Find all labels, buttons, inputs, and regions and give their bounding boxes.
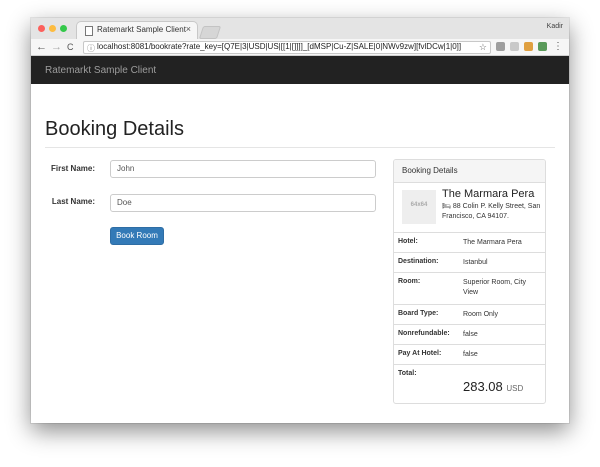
vue-extension-icon[interactable] [538, 42, 547, 51]
info-icon[interactable]: ⓘ [87, 43, 95, 54]
browser-toolbar: ← → C ⓘ localhost:8081/bookrate?rate_key… [31, 39, 569, 56]
bookmark-star-icon[interactable]: ☆ [479, 42, 487, 53]
maximize-window-icon[interactable] [60, 25, 67, 32]
forward-icon[interactable]: → [51, 40, 62, 54]
profile-name[interactable]: Kadir [547, 23, 563, 30]
first-name-input[interactable]: John [110, 160, 376, 178]
detail-value: false [463, 331, 478, 338]
shield-extension-icon[interactable] [524, 42, 533, 51]
address-bar[interactable]: ⓘ localhost:8081/bookrate?rate_key=[Q7E|… [83, 41, 491, 54]
app-navbar: Ratemarkt Sample Client [31, 56, 569, 84]
close-tab-icon[interactable]: × [186, 24, 191, 34]
detail-label: Room: [398, 278, 421, 285]
detail-value: Room Only [463, 311, 499, 318]
browser-window: Ratemarkt Sample Client × Kadir ← → C ⓘ … [31, 18, 569, 423]
title-divider [45, 147, 555, 148]
reload-icon[interactable]: C [67, 40, 74, 54]
detail-label: Pay At Hotel: [398, 350, 442, 357]
navbar-brand[interactable]: Ratemarkt Sample Client [45, 65, 156, 76]
detail-value: false [463, 351, 478, 358]
book-room-button[interactable]: Book Room [110, 227, 164, 245]
hotel-name: The Marmara Pera [442, 188, 535, 200]
detail-label: Hotel: [398, 238, 418, 245]
panel-heading: Booking Details [394, 160, 545, 183]
hotel-address-block: 🛏 88 Colin P. Kelly Street, San Francisc… [442, 202, 542, 222]
total-amount: 283.08 [463, 379, 503, 394]
last-name-label: Last Name: [51, 197, 95, 206]
new-tab-button[interactable] [198, 26, 222, 39]
detail-value: The Marmara Pera [463, 239, 522, 246]
detail-row-total: Total: 283.08 USD [394, 364, 545, 403]
hotel-thumbnail: 64x64 [402, 190, 436, 224]
minimize-window-icon[interactable] [49, 25, 56, 32]
page-content: Booking Details First Name: John Last Na… [31, 84, 569, 423]
page-title: Booking Details [45, 118, 184, 140]
tab-strip: Ratemarkt Sample Client × Kadir [31, 18, 569, 39]
detail-value: Superior Room, City View [463, 279, 527, 296]
booking-details-panel: Booking Details 64x64 The Marmara Pera 🛏… [393, 159, 546, 404]
tab-title: Ratemarkt Sample Client [97, 25, 186, 34]
detail-row-pay-at-hotel: Pay At Hotel: false [394, 344, 545, 365]
detail-value: Istanbul [463, 259, 488, 266]
url-text[interactable]: localhost:8081/bookrate?rate_key=[Q7E|3|… [97, 42, 461, 51]
detail-row-hotel: Hotel: The Marmara Pera [394, 232, 545, 253]
browser-menu-icon[interactable]: ⋮ [553, 40, 563, 53]
detail-label: Board Type: [398, 310, 439, 317]
detail-row-board-type: Board Type: Room Only [394, 304, 545, 325]
panel-heading-text: Booking Details [402, 166, 458, 175]
detail-row-nonrefundable: Nonrefundable: false [394, 324, 545, 345]
thumbnail-placeholder-text: 64x64 [410, 202, 428, 208]
detail-label: Destination: [398, 258, 439, 265]
total-price: 283.08 USD [463, 379, 523, 394]
total-currency: USD [506, 384, 524, 393]
detail-row-destination: Destination: Istanbul [394, 252, 545, 273]
extension-icon[interactable] [510, 42, 519, 51]
close-window-icon[interactable] [38, 25, 45, 32]
detail-label: Nonrefundable: [398, 330, 450, 337]
bed-icon: 🛏 [442, 203, 451, 210]
page-icon [85, 26, 93, 36]
last-name-input[interactable]: Doe [110, 194, 376, 212]
detail-row-room: Room: Superior Room, City View [394, 272, 545, 305]
first-name-label: First Name: [50, 164, 95, 173]
camera-extension-icon[interactable] [496, 42, 505, 51]
total-label: Total: [398, 370, 417, 377]
hotel-address: 88 Colin P. Kelly Street, San Francisco,… [442, 203, 541, 220]
browser-tab[interactable]: Ratemarkt Sample Client × [76, 21, 198, 39]
back-icon[interactable]: ← [36, 40, 47, 54]
